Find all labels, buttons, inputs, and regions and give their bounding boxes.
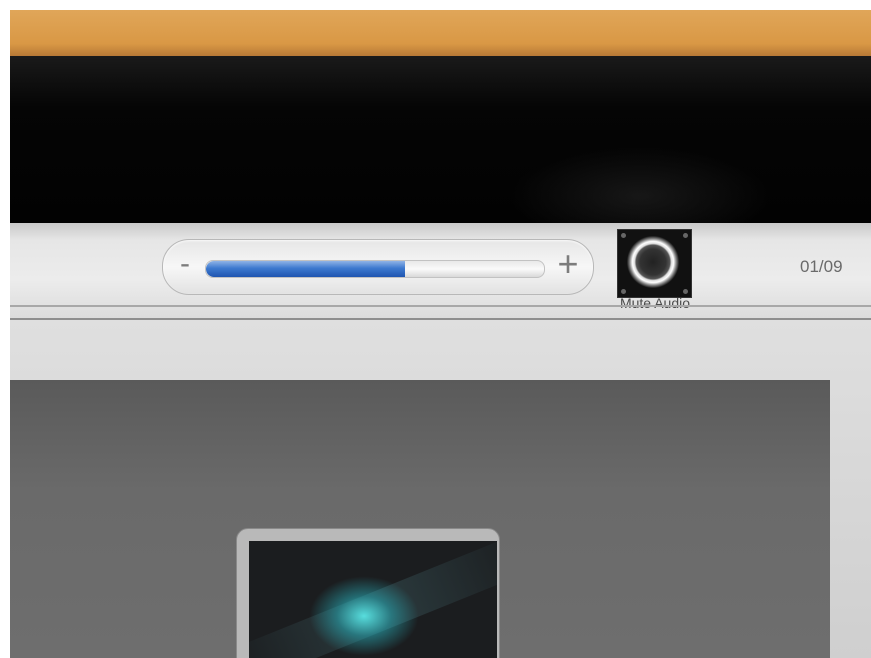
- volume-slider[interactable]: [205, 260, 545, 278]
- screw-decoration: [621, 289, 626, 294]
- thumbnail-glow: [309, 576, 419, 656]
- content-area: [10, 320, 871, 658]
- page-counter: 01/09: [800, 257, 843, 276]
- player-toolbar: - + Mute Audio 01/09: [10, 223, 871, 320]
- media-thumbnail[interactable]: [236, 528, 500, 658]
- photo-frame: - + Mute Audio 01/09: [10, 10, 871, 658]
- speaker-icon: [627, 236, 679, 288]
- volume-decrease-button[interactable]: -: [175, 249, 195, 279]
- mute-audio-label: Mute Audio: [619, 295, 691, 311]
- monitor-bezel: [10, 56, 871, 246]
- volume-slider-fill: [206, 261, 406, 277]
- toolbar-divider: [10, 305, 871, 307]
- video-stage: [10, 380, 830, 658]
- volume-control: - +: [162, 239, 594, 295]
- thumbnail-image: [249, 541, 497, 658]
- wooden-desk-background: [10, 10, 871, 58]
- volume-increase-button[interactable]: +: [553, 246, 583, 282]
- mute-audio-button[interactable]: [617, 229, 692, 298]
- screw-decoration: [621, 233, 626, 238]
- screw-decoration: [683, 289, 688, 294]
- screw-decoration: [683, 233, 688, 238]
